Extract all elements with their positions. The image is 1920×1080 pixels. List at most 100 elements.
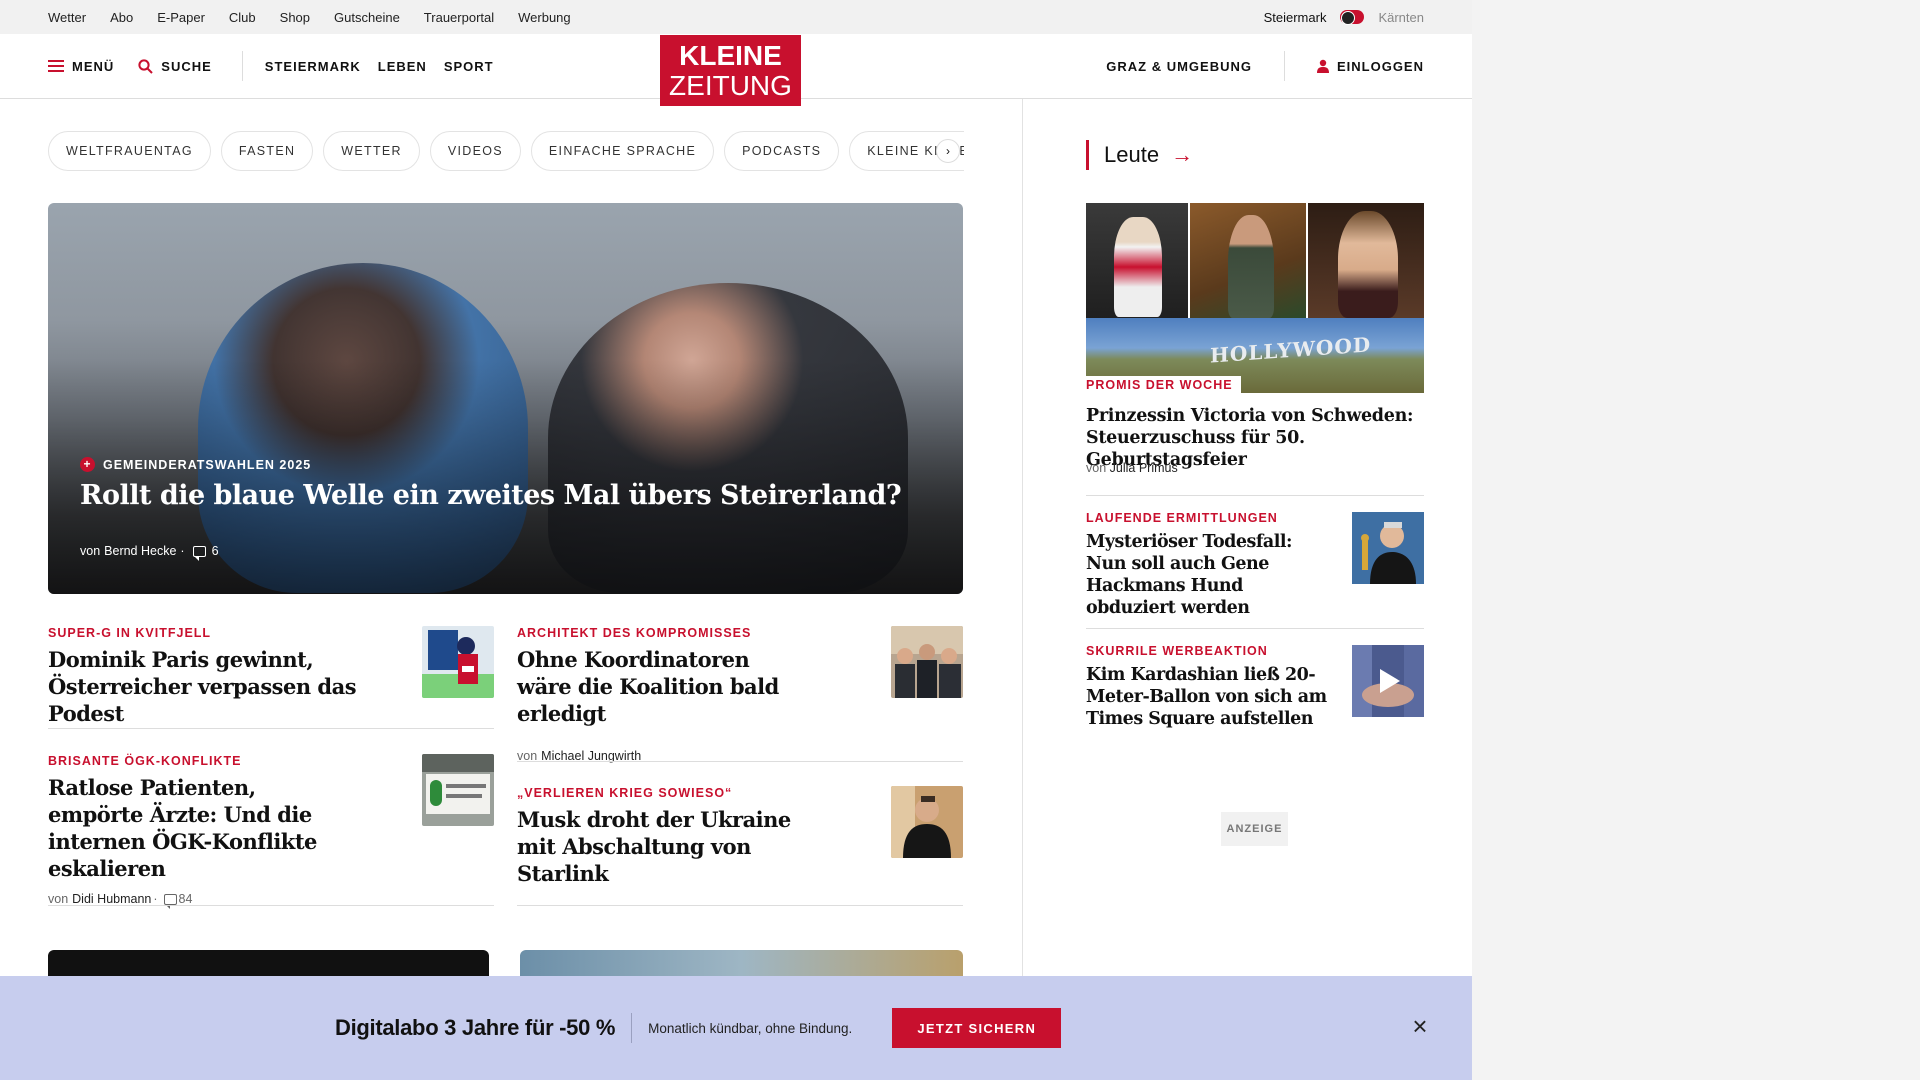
hero-kicker: + GEMEINDERATSWAHLEN 2025	[80, 457, 311, 472]
collage-figure	[1114, 217, 1162, 317]
article-author[interactable]: Didi Hubmann	[72, 892, 151, 906]
article-by: von	[48, 892, 69, 906]
article-divider	[48, 905, 494, 906]
comment-icon	[163, 893, 177, 909]
hero-meta: von Bernd Hecke · 6	[80, 544, 219, 561]
article-thumbnail[interactable]	[891, 626, 963, 698]
article-card-oegk[interactable]: BRISANTE ÖGK-KONFLIKTE Ratlose Patienten…	[48, 754, 494, 909]
article-title[interactable]: Dominik Paris gewinnt, Österreicher verp…	[48, 646, 418, 727]
tag-einfache-sprache[interactable]: EINFACHE SPRACHE	[530, 131, 715, 171]
utility-link-shop[interactable]: Shop	[280, 10, 310, 25]
hero-by: von	[80, 544, 101, 558]
sidebar-collage-image[interactable]: HOLLYWOOD	[1086, 203, 1424, 393]
article-thumbnail[interactable]	[422, 754, 494, 826]
utility-links: Wetter Abo E-Paper Club Shop Gutscheine …	[48, 0, 571, 34]
menu-button[interactable]: MENÜ	[48, 59, 114, 74]
sidebar-divider	[1086, 495, 1424, 496]
tag-videos[interactable]: VIDEOS	[429, 131, 521, 171]
nav-section-steiermark[interactable]: STEIERMARK	[265, 59, 361, 74]
topic-tags: WELTFRAUENTAG FASTEN WETTER VIDEOS EINFA…	[48, 131, 964, 171]
collage-photo-2	[1190, 203, 1306, 318]
hero-author[interactable]: Bernd Hecke	[104, 544, 176, 558]
logo-line-1: KLEINE	[679, 39, 782, 71]
hamburger-icon	[48, 60, 64, 72]
utility-link-club[interactable]: Club	[229, 10, 256, 25]
article-card-koalition[interactable]: ARCHITEKT DES KOMPROMISSES Ohne Koordina…	[517, 626, 963, 763]
login-label: EINLOGGEN	[1336, 58, 1424, 74]
menu-label: MENÜ	[72, 58, 115, 74]
banner-title: Digitalabo 3 Jahre für -50 %	[335, 1015, 616, 1040]
banner-close-button[interactable]: ×	[1408, 1013, 1432, 1039]
hero-title[interactable]: Rollt die blaue Welle ein zweites Mal üb…	[80, 480, 902, 511]
sidebar-heading-leute[interactable]: Leute →	[1086, 140, 1193, 170]
ad-label: ANZEIGE	[1221, 812, 1288, 846]
article-divider	[48, 728, 494, 729]
user-icon	[1316, 59, 1329, 73]
tag-podcasts[interactable]: PODCASTS	[724, 131, 840, 171]
region-toggle[interactable]	[1340, 10, 1365, 25]
site-logo[interactable]: KLEINE ZEITUNG	[660, 35, 801, 106]
sidebar-item-hackman[interactable]: LAUFENDE ERMITTLUNGEN Mysteriöser Todesf…	[1086, 511, 1424, 619]
article-comment-count[interactable]: 84	[179, 892, 193, 906]
article-divider	[517, 761, 963, 762]
tag-weltfrauentag[interactable]: WELTFRAUENTAG	[48, 131, 211, 171]
collage-photo-3	[1308, 203, 1424, 318]
main-navigation: MENÜ SUCHE STEIERMARK LEBEN SPORT KLEINE…	[0, 34, 1472, 106]
login-button[interactable]: EINLOGGEN	[1316, 58, 1424, 74]
sidebar-by: von	[1086, 461, 1107, 475]
tags-next-button[interactable]: ›	[936, 139, 960, 163]
banner-divider	[631, 1013, 633, 1043]
banner-content: Digitalabo 3 Jahre für -50 % Monatlich k…	[335, 1008, 1062, 1048]
nav-right: GRAZ & UMGEBUNG EINLOGGEN	[1106, 34, 1424, 98]
sidebar-author[interactable]: Julia Primus	[1110, 461, 1178, 475]
utility-link-abo[interactable]: Abo	[110, 10, 133, 25]
tag-wetter[interactable]: WETTER	[323, 131, 420, 171]
hero-comment-count[interactable]: 6	[212, 544, 219, 558]
hero-article[interactable]: + GEMEINDERATSWAHLEN 2025 Rollt die blau…	[48, 203, 963, 594]
chevron-right-icon: ›	[946, 144, 950, 158]
sidebar-item-title[interactable]: Mysteriöser Todesfall: Nun soll auch Gen…	[1086, 531, 1336, 619]
collage-figure	[1228, 215, 1274, 318]
tag-fasten[interactable]: FASTEN	[220, 131, 314, 171]
article-title[interactable]: Musk droht der Ukraine mit Abschaltung v…	[517, 806, 817, 887]
page: Wetter Abo E-Paper Club Shop Gutscheine …	[0, 0, 1920, 1080]
search-button[interactable]: SUCHE	[138, 59, 212, 74]
sidebar-item-thumbnail[interactable]	[1352, 512, 1424, 584]
region-link-graz[interactable]: GRAZ & UMGEBUNG	[1106, 59, 1252, 74]
search-icon	[138, 58, 153, 74]
banner-subtitle: Monatlich kündbar, ohne Bindung.	[648, 1020, 853, 1036]
utility-link-werbung[interactable]: Werbung	[518, 10, 571, 25]
search-label: SUCHE	[161, 58, 212, 74]
utility-link-epaper[interactable]: E-Paper	[157, 10, 205, 25]
utility-link-trauerportal[interactable]: Trauerportal	[424, 10, 494, 25]
logo-line-2: ZEITUNG	[669, 69, 792, 101]
musk-portrait-image	[891, 786, 963, 858]
collage-figure	[1338, 211, 1398, 318]
article-title[interactable]: Ratlose Patienten, empörte Ärzte: Und di…	[48, 774, 348, 882]
region-kaernten[interactable]: Kärnten	[1378, 10, 1424, 25]
viewport-gutter	[1472, 0, 1920, 1080]
times-square-video-image	[1352, 645, 1424, 717]
article-thumbnail[interactable]	[422, 626, 494, 698]
sidebar-main-meta: von Julia Primus	[1086, 461, 1178, 475]
plus-icon: +	[80, 457, 95, 472]
sidebar-main-kicker: PROMIS DER WOCHE	[1086, 376, 1241, 394]
hollywood-sign-text: HOLLYWOOD	[1210, 332, 1372, 368]
sidebar-item-video-thumbnail[interactable]	[1352, 645, 1424, 717]
article-title[interactable]: Ohne Koordinatoren wäre die Koalition ba…	[517, 646, 807, 727]
nav-section-sport[interactable]: SPORT	[444, 59, 494, 74]
article-thumbnail[interactable]	[891, 786, 963, 858]
article-card-paris[interactable]: SUPER-G IN KVITFJELL Dominik Paris gewin…	[48, 626, 494, 727]
meta-dot: ·	[153, 892, 158, 906]
column-divider	[1022, 99, 1023, 979]
article-divider	[517, 905, 963, 906]
article-card-musk[interactable]: „VERLIEREN KRIEG SOWIESO“ Musk droht der…	[517, 786, 963, 887]
utility-link-wetter[interactable]: Wetter	[48, 10, 86, 25]
arrow-right-icon: →	[1171, 142, 1194, 167]
region-steiermark[interactable]: Steiermark	[1264, 10, 1327, 25]
sidebar-item-kardashian[interactable]: SKURRILE WERBEAKTION Kim Kardashian ließ…	[1086, 644, 1424, 730]
sidebar-item-title[interactable]: Kim Kardashian ließ 20-Meter-Ballon von …	[1086, 664, 1336, 730]
utility-link-gutscheine[interactable]: Gutscheine	[334, 10, 400, 25]
nav-section-leben[interactable]: LEBEN	[378, 59, 427, 74]
banner-cta-button[interactable]: JETZT SICHERN	[892, 1008, 1062, 1048]
